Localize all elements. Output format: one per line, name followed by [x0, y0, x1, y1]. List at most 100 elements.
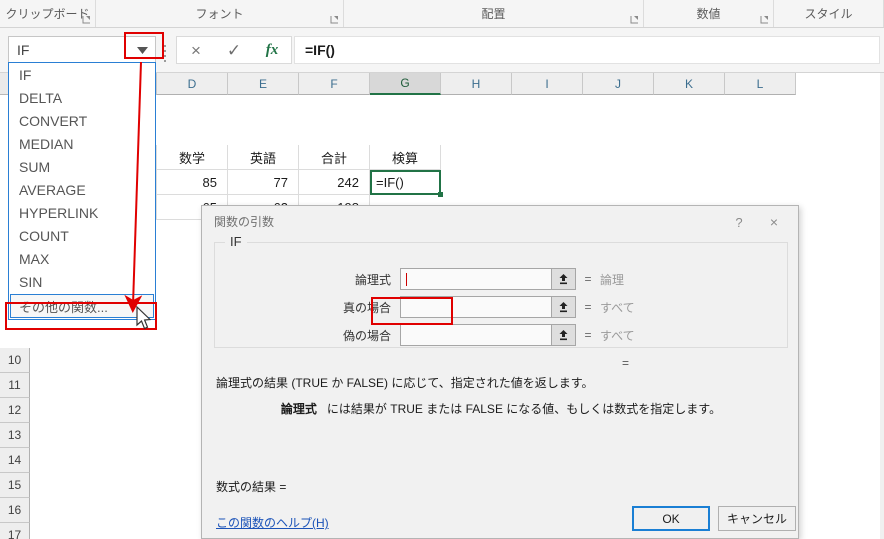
vertical-scrollbar[interactable] [880, 73, 884, 539]
formula-bar-grip [164, 42, 168, 59]
name-box-value: IF [9, 42, 129, 58]
column-header-l[interactable]: L [725, 73, 796, 95]
range-picker-icon[interactable] [552, 296, 576, 318]
dropdown-item-max[interactable]: MAX [9, 247, 155, 270]
dropdown-item-convert[interactable]: CONVERT [9, 109, 155, 132]
grid-cell[interactable]: 数学 [157, 145, 228, 170]
grid-cell[interactable]: 77 [228, 170, 299, 195]
argument-equals: = [576, 328, 600, 342]
argument-row: 論理式 =論理 [215, 267, 787, 291]
dropdown-item-hyperlink[interactable]: HYPERLINK [9, 201, 155, 224]
range-picker-icon[interactable] [552, 324, 576, 346]
cancel-button[interactable]: キャンセル [718, 506, 796, 531]
grid-cell[interactable]: 合計 [299, 145, 370, 170]
column-header-h[interactable]: H [441, 73, 512, 95]
ribbon-group-label: 配置 [481, 5, 505, 22]
column-header-d[interactable]: D [157, 73, 228, 95]
enter-icon[interactable]: ✓ [217, 37, 251, 63]
function-help-link[interactable]: この関数のヘルプ(H) [216, 514, 329, 531]
column-header-e[interactable]: E [228, 73, 299, 95]
dropdown-item-sum[interactable]: SUM [9, 155, 155, 178]
argument-group: IF 論理式=論理真の場合=すべて偽の場合=すべて [214, 242, 788, 348]
argument-equals: = [576, 272, 600, 286]
ribbon-group-2: フォント [96, 0, 344, 27]
dialog-launcher-icon[interactable] [82, 15, 91, 24]
dialog-launcher-icon[interactable] [330, 15, 339, 24]
dropdown-item-delta[interactable]: DELTA [9, 86, 155, 109]
argument-description: 論理式 には結果が TRUE または FALSE になる値、もしくは数式を指定し… [216, 400, 786, 417]
argument-input[interactable] [400, 296, 552, 318]
function-arguments-dialog: 関数の引数 ? × IF 論理式=論理真の場合=すべて偽の場合=すべて = 論理… [201, 205, 799, 539]
ok-button[interactable]: OK [632, 506, 710, 531]
argument-type: 論理 [600, 271, 624, 288]
excel-window: クリップボードフォント配置数値スタイル IF × ✓ fx =IF() BCDE… [0, 0, 884, 539]
intermediate-result-equals: = [622, 356, 629, 370]
argument-type: すべて [600, 299, 635, 316]
name-box-dropdown[interactable]: IFDELTACONVERTMEDIANSUMAVERAGEHYPERLINKC… [8, 62, 156, 320]
dialog-launcher-icon[interactable] [760, 15, 769, 24]
column-header-g[interactable]: G [370, 73, 441, 95]
ribbon-group-3: 配置 [344, 0, 644, 27]
ribbon-group-label: 数値 [696, 5, 720, 22]
help-icon[interactable]: ? [728, 212, 750, 232]
formula-bar-buttons: × ✓ fx [176, 36, 292, 64]
column-header-k[interactable]: K [654, 73, 725, 95]
argument-input[interactable] [400, 268, 552, 290]
argument-description-name: 論理式 [281, 402, 317, 416]
grid-cell[interactable]: 英語 [228, 145, 299, 170]
dialog-title-bar[interactable]: 関数の引数 [202, 206, 798, 237]
function-name-label: IF [225, 234, 247, 249]
grid-cell[interactable]: 242 [299, 170, 370, 195]
dropdown-item-median[interactable]: MEDIAN [9, 132, 155, 155]
argument-type: すべて [600, 327, 635, 344]
dropdown-item-count[interactable]: COUNT [9, 224, 155, 247]
column-header-j[interactable]: J [583, 73, 654, 95]
cancel-icon[interactable]: × [179, 37, 213, 63]
row-header-12[interactable]: 12 [0, 398, 30, 423]
argument-input[interactable] [400, 324, 552, 346]
dialog-launcher-icon[interactable] [630, 15, 639, 24]
text-caret [406, 273, 407, 286]
mouse-cursor [136, 306, 154, 332]
name-box[interactable]: IF [8, 36, 156, 64]
row-header-16[interactable]: 16 [0, 498, 30, 523]
ribbon-group-label: スタイル [804, 5, 852, 22]
ribbon-group-4: 数値 [644, 0, 774, 27]
active-cell[interactable]: =IF() [370, 170, 441, 195]
ribbon-group-label: クリップボード [5, 5, 89, 22]
row-header-14[interactable]: 14 [0, 448, 30, 473]
row-header-11[interactable]: 11 [0, 373, 30, 398]
insert-function-icon[interactable]: fx [255, 37, 289, 63]
dropdown-item-more-functions[interactable]: その他の関数... [10, 294, 154, 318]
fill-handle[interactable] [438, 192, 443, 197]
row-header-13[interactable]: 13 [0, 423, 30, 448]
ribbon-group-5: スタイル [774, 0, 884, 27]
argument-row: 真の場合 =すべて [215, 295, 787, 319]
grid-cell[interactable]: 85 [157, 170, 228, 195]
function-description: 論理式の結果 (TRUE か FALSE) に応じて、指定された値を返します。 [216, 374, 786, 391]
column-header-i[interactable]: I [512, 73, 583, 95]
close-icon[interactable]: × [762, 212, 786, 232]
formula-result-label: 数式の結果 = [216, 478, 286, 495]
row-header-10[interactable]: 10 [0, 348, 30, 373]
row-header-17[interactable]: 17 [0, 523, 30, 539]
argument-label: 真の場合 [215, 299, 400, 316]
ribbon-group-strip: クリップボード フォント 配置 数値 スタイル [0, 0, 884, 28]
argument-label: 論理式 [215, 271, 400, 288]
argument-equals: = [576, 300, 600, 314]
ribbon-group-label: フォント [195, 5, 243, 22]
grid-cell[interactable]: 検算 [370, 145, 441, 170]
row-header-15[interactable]: 15 [0, 473, 30, 498]
argument-description-text: には結果が TRUE または FALSE になる値、もしくは数式を指定します。 [327, 402, 721, 416]
dropdown-item-average[interactable]: AVERAGE [9, 178, 155, 201]
column-header-f[interactable]: F [299, 73, 370, 95]
argument-label: 偽の場合 [215, 327, 400, 344]
formula-input[interactable]: =IF() [294, 36, 880, 64]
argument-row: 偽の場合 =すべて [215, 323, 787, 347]
dropdown-item-if[interactable]: IF [9, 63, 155, 86]
range-picker-icon[interactable] [552, 268, 576, 290]
chevron-down-icon[interactable] [129, 37, 155, 63]
dropdown-item-sin[interactable]: SIN [9, 270, 155, 293]
dialog-title: 関数の引数 [202, 213, 274, 230]
ribbon-group-1: クリップボード [0, 0, 96, 27]
